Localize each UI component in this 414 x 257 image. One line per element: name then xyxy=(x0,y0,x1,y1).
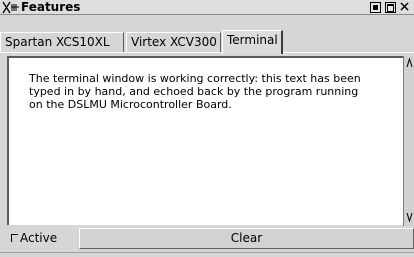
terminal-text-area[interactable]: The terminal window is working correctly… xyxy=(7,56,405,225)
maximize-icon[interactable] xyxy=(385,2,396,13)
minimize-icon[interactable] xyxy=(370,2,381,13)
features-window: Features Spartan XCS10XL Virtex XCV300 T… xyxy=(0,0,414,257)
title-bar[interactable]: Features xyxy=(0,0,414,15)
tab-bar: Spartan XCS10XL Virtex XCV300 Terminal xyxy=(0,15,414,54)
tab-terminal[interactable]: Terminal xyxy=(222,30,283,54)
scroll-down-icon[interactable] xyxy=(406,212,413,222)
x-window-menu-icon[interactable] xyxy=(2,1,20,14)
tab-divider xyxy=(0,52,414,53)
clear-button[interactable]: Clear xyxy=(79,228,414,249)
tab-spartan-xcs10xl[interactable]: Spartan XCS10XL xyxy=(0,32,124,52)
window-title: Features xyxy=(21,0,81,14)
bottom-divider xyxy=(0,252,414,253)
terminal-text: The terminal window is working correctly… xyxy=(29,72,361,111)
vertical-scrollbar[interactable] xyxy=(403,56,414,226)
active-label: Active xyxy=(20,231,58,245)
checkbox-icon[interactable] xyxy=(11,234,18,242)
scroll-up-icon[interactable] xyxy=(406,58,413,68)
active-checkbox[interactable]: Active xyxy=(7,228,79,249)
close-icon[interactable] xyxy=(400,2,409,11)
bottom-control-bar: Active Clear xyxy=(7,228,414,250)
tab-virtex-xcv300[interactable]: Virtex XCV300 xyxy=(126,32,221,52)
